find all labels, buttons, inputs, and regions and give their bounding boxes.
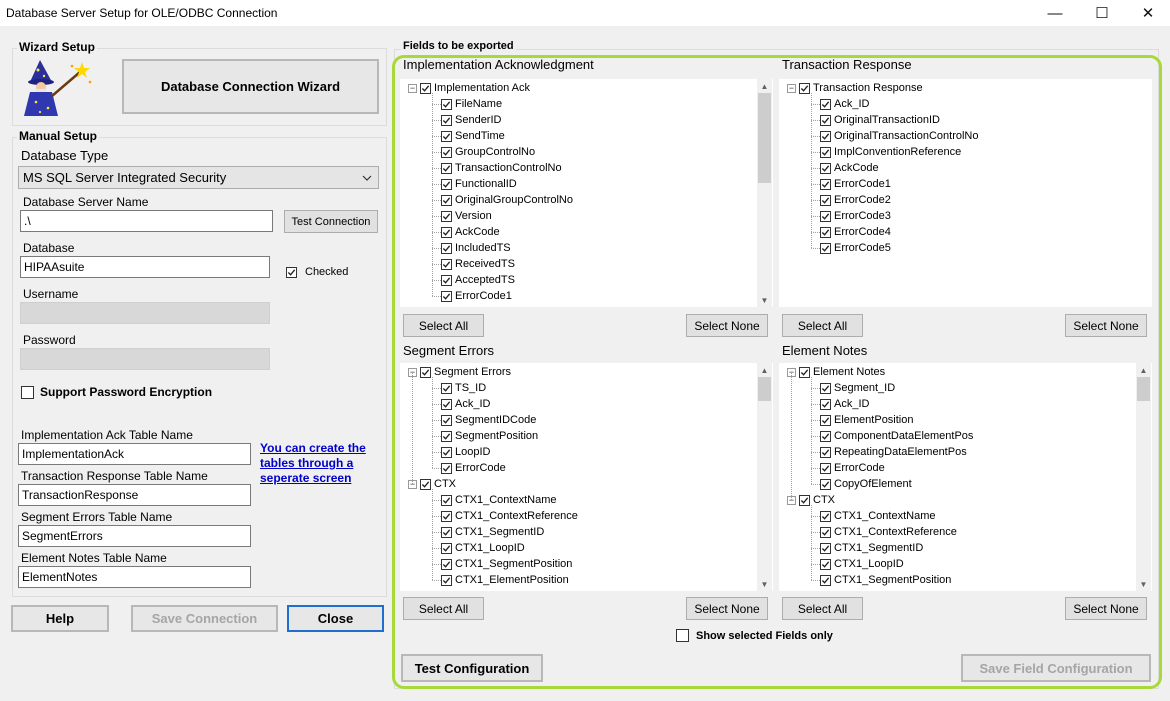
password-label: Password [23,333,76,347]
en-table-name-label: Element Notes Table Name [21,551,167,565]
database-input[interactable]: HIPAAsuite [20,256,270,278]
se-table-name-label: Segment Errors Table Name [21,510,173,524]
database-label: Database [23,241,75,255]
minimize-icon: — [1047,4,1063,22]
ack-table-name-input[interactable]: ImplementationAck [18,443,251,465]
ack-table-name-label: Implementation Ack Table Name [21,428,193,442]
manual-setup-label: Manual Setup [17,129,100,143]
database-type-select[interactable]: MS SQL Server Integrated Security [18,166,379,189]
wizard-icon [22,58,96,118]
support-password-encryption-checkbox[interactable]: Support Password Encryption [21,385,212,399]
se-table-name-input[interactable]: SegmentErrors [18,525,251,547]
close-icon: ✕ [1141,5,1155,22]
test-connection-button[interactable]: Test Connection [284,210,378,233]
chevron-down-icon [362,175,372,181]
tr-table-name-label: Transaction Response Table Name [21,469,208,483]
close-window-button[interactable]: ✕ [1125,0,1170,26]
database-server-name-input[interactable]: .\ [20,210,273,232]
database-server-name-label: Database Server Name [23,195,149,209]
username-label: Username [23,287,79,301]
window-title: Database Server Setup for OLE/ODBC Conne… [6,6,278,20]
database-type-label: Database Type [21,148,109,163]
maximize-icon: ☐ [1095,5,1109,22]
minimize-button[interactable]: — [1032,0,1078,26]
database-type-value: MS SQL Server Integrated Security [23,170,227,185]
password-input[interactable] [20,348,270,370]
create-tables-link[interactable]: You can create the tables through a sepe… [260,441,372,486]
save-connection-button[interactable]: Save Connection [131,605,278,632]
database-connection-wizard-button[interactable]: Database Connection Wizard [122,59,379,114]
fields-group-label: Fields to be exported [401,40,516,52]
title-bar: Database Server Setup for OLE/ODBC Conne… [0,0,1170,26]
tr-table-name-input[interactable]: TransactionResponse [18,484,251,506]
support-password-encryption-label: Support Password Encryption [40,385,213,399]
username-input[interactable] [20,302,270,324]
maximize-button[interactable]: ☐ [1079,0,1125,26]
checked-label: Checked [305,266,349,278]
checkbox-checked-icon [286,266,297,278]
checkbox-unchecked-icon [21,385,34,399]
highlight-frame [392,55,1162,689]
checked-checkbox[interactable]: Checked [286,266,348,278]
wizard-setup-label: Wizard Setup [17,40,97,54]
close-button[interactable]: Close [287,605,384,632]
help-button[interactable]: Help [11,605,109,632]
en-table-name-input[interactable]: ElementNotes [18,566,251,588]
